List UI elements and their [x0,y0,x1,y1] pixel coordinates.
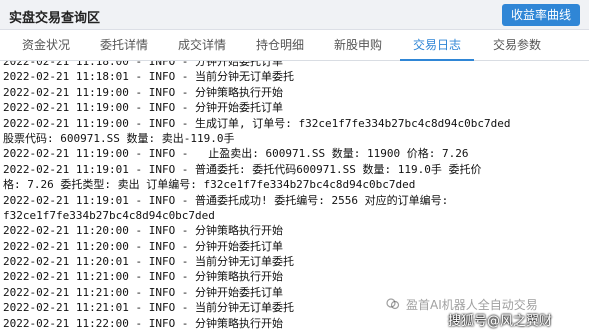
tab-position-details[interactable]: 持仓明细 [244,30,316,61]
log-line: 2022-02-21 11:22:00 - INFO - 分钟策略执行开始 [3,316,284,330]
tab-order-details[interactable]: 委托详情 [88,30,160,61]
page-title: 实盘交易查询区 [9,11,101,26]
tab-trade-log[interactable]: 交易日志 [400,30,474,61]
log-line: 2022-02-21 11:21:00 - INFO - 分钟策略执行开始 [3,270,284,284]
log-line: 2022-02-21 11:20:01 - INFO - 当前分钟无订单委托 [3,255,295,269]
log-line: 2022-02-21 11:19:00 - INFO - 分钟策略执行开始 [3,85,284,99]
trade-log-panel[interactable]: 2022-02-21 11:18:00 - INFO - 分钟开始委托订单 202… [0,61,589,336]
watermark-source: 搜狐号@风之翼财 [448,314,553,329]
header-bar: 实盘交易查询区 收益率曲线 [0,0,589,30]
tab-trade-params[interactable]: 交易参数 [480,30,554,61]
yield-curve-button[interactable]: 收益率曲线 [501,4,580,26]
tab-bar: 资金状况 委托详情 成交详情 持仓明细 新股申购 交易日志 交易参数 [0,30,589,61]
log-line: 2022-02-21 11:19:00 - INFO - 止盈卖出: 60097… [3,147,469,161]
log-line: 股票代码: 600971.SS 数量: 卖出-119.0手 [3,131,235,145]
log-line: 2022-02-21 11:19:01 - INFO - 普通委托成功! 委托编… [3,193,449,207]
log-line: f32ce1f7fe334b27bc4c8d94c0bc7ded [3,208,215,222]
log-line: 2022-02-21 11:19:01 - INFO - 普通委托: 委托代码6… [3,162,482,176]
log-line: 格: 7.26 委托类型: 卖出 订单编号: f32ce1f7fe334b27b… [3,178,416,192]
tab-trade-details[interactable]: 成交详情 [166,30,238,61]
watermark-icon [386,296,400,310]
log-line: 2022-02-21 11:20:00 - INFO - 分钟开始委托订单 [3,239,284,253]
tab-ipo-subscription[interactable]: 新股申购 [322,30,394,61]
log-lines: 2022-02-21 11:18:00 - INFO - 分钟开始委托订单 202… [3,61,510,331]
tab-fund-status[interactable]: 资金状况 [10,30,82,61]
log-line: 2022-02-21 11:20:00 - INFO - 分钟策略执行开始 [3,224,284,238]
log-line: 2022-02-21 11:19:00 - INFO - 生成订单, 订单号: … [3,116,511,130]
log-line: 2022-02-21 11:19:00 - INFO - 分钟开始委托订单 [3,101,284,115]
log-line: 2022-02-21 11:18:00 - INFO - 分钟开始委托订单 [3,61,284,68]
log-line: 2022-02-21 11:18:01 - INFO - 当前分钟无订单委托 [3,70,295,84]
